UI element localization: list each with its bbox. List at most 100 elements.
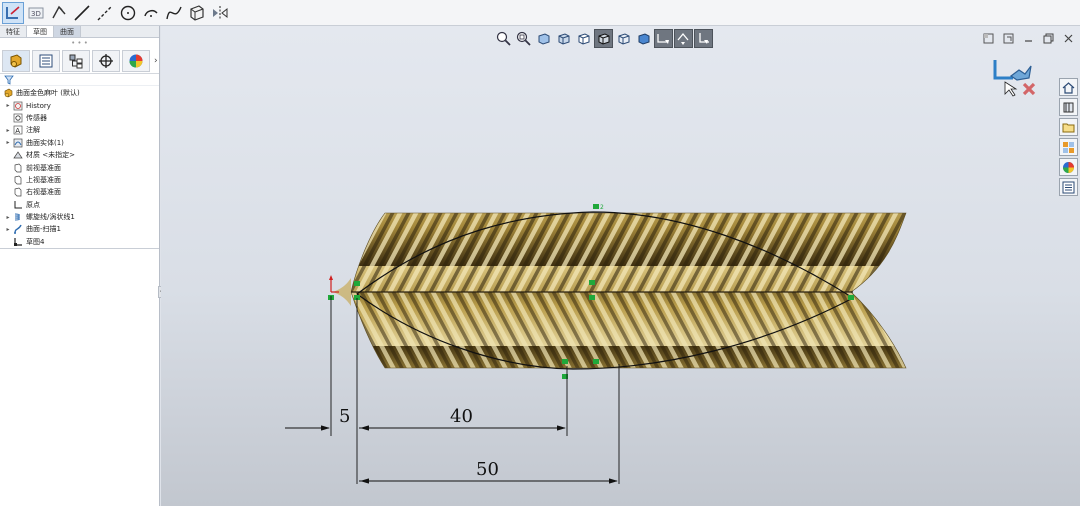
normal-to-icon[interactable] (694, 28, 713, 48)
tree-filter[interactable] (0, 74, 159, 86)
view-orientation-icon[interactable] (574, 29, 593, 48)
heads-up-view-toolbar (494, 28, 714, 48)
dimension-40[interactable]: 40 (450, 406, 473, 427)
filter-icon (4, 75, 14, 85)
tile-icon[interactable] (980, 32, 996, 44)
tab-sketch[interactable]: 草图 (27, 26, 54, 37)
svg-text:A: A (15, 127, 20, 135)
display-manager-icon[interactable] (122, 49, 150, 72)
sweep-icon (12, 224, 24, 235)
sketch-toolbar: 3D (0, 0, 1080, 26)
tree-item[interactable]: 上视基准面 (0, 174, 159, 186)
custom-properties-icon[interactable] (1059, 178, 1078, 196)
plane-icon (12, 175, 24, 185)
design-library-icon[interactable] (1059, 98, 1078, 116)
line-icon[interactable] (71, 2, 93, 24)
model-view: 2 5 40 50 (285, 204, 907, 484)
sensor-icon (12, 113, 24, 123)
surface-body-icon (12, 138, 24, 148)
tree-item-label: 曲面金色麻叶 (默认) (16, 89, 80, 98)
tree-item-label: 注解 (26, 126, 40, 135)
swept-surface-lower[interactable] (350, 291, 907, 369)
svg-text:3D: 3D (31, 10, 41, 18)
tree-item[interactable]: 材质 <未指定> (0, 149, 159, 161)
tab-surfaces[interactable]: 曲面 (54, 26, 81, 37)
dimxpert-icon[interactable] (92, 49, 120, 72)
cancel-sketch-icon[interactable] (1022, 82, 1036, 96)
tree-item[interactable]: ▸ 曲面实体(1) (0, 137, 159, 149)
tree-item[interactable]: ▸ 螺旋线/涡状线1 (0, 211, 159, 223)
tree-item[interactable]: 前视基准面 (0, 161, 159, 173)
section-view-icon[interactable] (554, 29, 573, 48)
svg-text:2: 2 (600, 204, 604, 211)
smart-dimension-icon[interactable] (48, 2, 70, 24)
panel-grip[interactable]: • • • (0, 38, 159, 48)
more-tabs-chevron-icon[interactable]: › (154, 56, 158, 66)
file-explorer-icon[interactable] (1059, 118, 1078, 136)
tree-item-label: 草图4 (26, 237, 45, 246)
part-icon (2, 88, 14, 98)
tree-item[interactable]: 右视基准面 (0, 186, 159, 198)
expand-arrow-icon[interactable]: ▸ (4, 214, 12, 221)
plane-icon[interactable] (186, 2, 208, 24)
origin-icon[interactable] (329, 275, 339, 293)
task-pane (1059, 78, 1079, 198)
close-icon[interactable] (1060, 32, 1076, 44)
scene-icon[interactable] (654, 28, 673, 48)
configuration-manager-icon[interactable] (62, 49, 90, 72)
tree-item-label: 上视基准面 (26, 175, 61, 184)
material-icon (12, 150, 24, 160)
tree-item-label: 螺旋线/涡状线1 (26, 213, 75, 222)
previous-view-icon[interactable] (534, 29, 553, 48)
zoom-to-fit-icon[interactable] (494, 29, 513, 48)
feature-tree: 曲面金色麻叶 (默认) ▸ History 传感器 ▸ A 注解 ▸ 曲面实体(1) 材质 <未指… (0, 86, 159, 248)
hide-show-icon[interactable] (614, 29, 633, 48)
annotation-icon: A (12, 125, 24, 135)
view-settings-icon[interactable] (674, 28, 693, 48)
minimize-icon[interactable] (1020, 32, 1036, 44)
circle-icon[interactable] (117, 2, 139, 24)
tree-root-part[interactable]: 曲面金色麻叶 (默认) (0, 87, 159, 99)
confirmation-corner (993, 60, 1036, 97)
tree-item[interactable]: 草图4 (0, 236, 159, 248)
graphics-area[interactable]: 2 5 40 50 (161, 26, 1080, 506)
expand-arrow-icon[interactable]: ▸ (4, 127, 12, 134)
tree-item-label: History (26, 101, 51, 110)
tab-features[interactable]: 特征 (0, 26, 27, 37)
expand-arrow-icon[interactable]: ▸ (4, 226, 12, 233)
tree-item[interactable]: ▸ 曲面-扫描1 (0, 223, 159, 235)
centerline-icon[interactable] (94, 2, 116, 24)
arc-icon[interactable] (140, 2, 162, 24)
tree-item-label: 右视基准面 (26, 188, 61, 197)
edit-appearance-icon[interactable] (634, 29, 653, 48)
appearances-icon[interactable] (1059, 158, 1078, 176)
dimension-5[interactable]: 5 (339, 406, 350, 427)
spline-icon[interactable] (163, 2, 185, 24)
restore-icon[interactable] (1040, 32, 1056, 44)
dimension-50[interactable]: 50 (476, 459, 499, 480)
command-manager-tabs: 特征 草图 曲面 (0, 26, 159, 38)
expand-arrow-icon[interactable]: ▸ (4, 102, 12, 109)
tree-item[interactable]: ▸ History (0, 99, 159, 111)
zoom-area-icon[interactable] (514, 29, 533, 48)
tree-item[interactable]: 原点 (0, 199, 159, 211)
tree-item-label: 曲面实体(1) (26, 138, 64, 147)
tile-vertical-icon[interactable] (1000, 32, 1016, 44)
tree-item[interactable]: ▸ A 注解 (0, 124, 159, 136)
mirror-icon[interactable] (209, 2, 231, 24)
display-style-icon[interactable] (594, 28, 613, 48)
view-palette-icon[interactable] (1059, 138, 1078, 156)
expand-arrow-icon[interactable]: ▸ (4, 139, 12, 146)
tree-item-label: 前视基准面 (26, 163, 61, 172)
manager-tab-bar: › (0, 48, 159, 74)
3d-sketch-icon[interactable]: 3D (25, 2, 47, 24)
sketch-icon[interactable] (2, 1, 24, 24)
tree-item[interactable]: 传感器 (0, 112, 159, 124)
feature-manager-icon[interactable] (2, 49, 30, 72)
helix-icon (12, 212, 24, 222)
tree-item-label: 原点 (26, 200, 40, 209)
plane-icon (12, 163, 24, 173)
property-manager-icon[interactable] (32, 49, 60, 72)
home-icon[interactable] (1059, 78, 1078, 96)
sketch-icon (12, 237, 24, 247)
